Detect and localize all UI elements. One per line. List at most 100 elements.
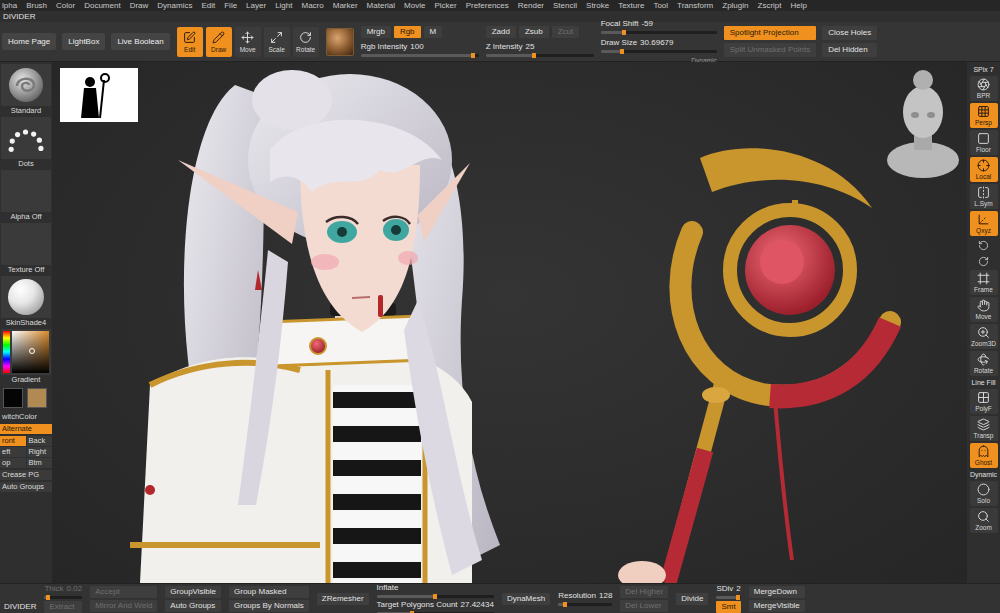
view-button[interactable]: Right <box>27 447 53 457</box>
menu-item[interactable]: File <box>224 0 237 11</box>
bottom-button[interactable]: Divide <box>676 593 708 605</box>
view-button[interactable]: Btm <box>27 458 53 468</box>
toggle-button[interactable]: Mrgb <box>361 26 391 38</box>
view-button[interactable]: Back <box>27 436 53 446</box>
menu-item[interactable]: Light <box>275 0 292 11</box>
menu-item[interactable]: Draw <box>130 0 149 11</box>
view-button[interactable]: Transp <box>970 416 998 441</box>
stroke-tile[interactable]: Dots <box>0 117 52 168</box>
menu-item[interactable]: Help <box>791 0 807 11</box>
view-button[interactable]: Frame <box>970 270 998 295</box>
bottom-button[interactable]: Del Higher <box>620 586 668 598</box>
bottom-button[interactable]: Del Lower <box>620 600 668 612</box>
menu-item[interactable]: Preferences <box>466 0 509 11</box>
slider-track[interactable] <box>601 31 717 34</box>
menu-item[interactable]: Marker <box>333 0 358 11</box>
menu-item[interactable]: Zplugin <box>722 0 748 11</box>
bottom-button[interactable]: Extract <box>44 601 82 613</box>
view-button[interactable]: Zoom <box>970 508 998 533</box>
hue-strip[interactable] <box>3 331 10 373</box>
slider-handle[interactable] <box>620 49 624 54</box>
view-button[interactable]: eft <box>0 447 26 457</box>
slider-track[interactable] <box>377 612 494 613</box>
alternate-button[interactable]: Alternate <box>0 424 52 434</box>
view-button[interactable]: Solo <box>970 481 998 506</box>
material-tile[interactable]: SkinShade4 <box>0 276 52 327</box>
menu-item[interactable]: Tool <box>653 0 668 11</box>
tool-button[interactable]: Draw <box>206 27 232 57</box>
color-picker[interactable]: Gradient <box>0 329 52 384</box>
slider-handle[interactable] <box>563 602 567 607</box>
switch-color-button[interactable]: witchColor <box>0 412 52 422</box>
view-button[interactable]: Move <box>970 297 998 322</box>
view-rotate-button[interactable] <box>974 254 994 268</box>
slider-track[interactable] <box>377 595 494 598</box>
view-button[interactable]: Ghost <box>970 443 998 468</box>
nav-button[interactable]: Live Boolean <box>111 33 169 50</box>
rgb-intensity-slider[interactable]: Rgb Intensity100 <box>361 42 479 57</box>
alpha-tile[interactable]: Alpha Off <box>0 170 52 221</box>
bottom-button[interactable]: MergeDown <box>749 586 805 598</box>
view-button[interactable]: Local <box>970 157 998 182</box>
toggle-button[interactable]: Zsub <box>519 26 549 38</box>
bottom-button[interactable]: ZRemesher <box>317 593 369 605</box>
bottom-button[interactable]: Groups By Normals <box>229 600 309 612</box>
menu-item[interactable]: Brush <box>26 0 47 11</box>
menu-item[interactable]: Dynamics <box>157 0 192 11</box>
bottom-button[interactable]: Auto Groups <box>165 600 221 612</box>
navigation-bust[interactable] <box>887 70 959 178</box>
material-swatch[interactable] <box>326 28 354 56</box>
slider-handle[interactable] <box>46 595 50 600</box>
toggle-button[interactable]: Zcut <box>552 26 580 38</box>
bottom-slider[interactable]: SDiv2 <box>716 584 740 599</box>
tool-button[interactable]: Edit <box>177 27 203 57</box>
slider-handle[interactable] <box>410 611 414 613</box>
slider-track[interactable] <box>44 596 82 599</box>
menu-item[interactable]: Layer <box>246 0 266 11</box>
color-swatch[interactable] <box>3 388 23 408</box>
bottom-button[interactable]: GroupVisible <box>165 586 221 598</box>
action-button[interactable]: Split Unmasked Points <box>724 43 816 57</box>
bottom-slider[interactable]: Thick0.02 <box>44 584 82 599</box>
bottom-slider[interactable]: Resolution128 <box>558 591 612 606</box>
menu-item[interactable]: Render <box>518 0 544 11</box>
action-button[interactable]: Del Hidden <box>822 43 877 57</box>
slider-track[interactable] <box>558 603 612 606</box>
tool-button[interactable]: Rotate <box>293 27 319 57</box>
view-button[interactable]: Zoom3D <box>970 324 998 349</box>
toggle-button[interactable]: M <box>424 26 443 38</box>
tool-button[interactable]: Move <box>235 27 261 57</box>
menu-item[interactable]: Texture <box>618 0 644 11</box>
texture-tile[interactable]: Texture Off <box>0 223 52 274</box>
menu-item[interactable]: Macro <box>301 0 323 11</box>
draw-size-slider[interactable]: Draw Size30.69679 <box>601 38 717 53</box>
menu-item[interactable]: Movie <box>404 0 425 11</box>
bottom-button[interactable]: Mirror And Weld <box>90 600 157 612</box>
menu-item[interactable]: Transform <box>677 0 713 11</box>
slider-handle[interactable] <box>532 53 536 58</box>
menu-item[interactable]: Stroke <box>586 0 609 11</box>
menu-item[interactable]: Color <box>56 0 75 11</box>
bottom-slider[interactable]: Inflate <box>377 583 494 598</box>
view-button[interactable]: op <box>0 458 26 468</box>
bottom-button[interactable]: DynaMesh <box>502 593 550 605</box>
tray-button[interactable]: Crease PG <box>0 470 52 480</box>
slider-handle[interactable] <box>622 30 626 35</box>
view-button[interactable]: Floor <box>970 130 998 155</box>
slider-track[interactable] <box>361 54 479 57</box>
slider-handle[interactable] <box>736 595 740 600</box>
menu-item[interactable]: Material <box>367 0 395 11</box>
view-rotate-button[interactable] <box>974 238 994 252</box>
slider-handle[interactable] <box>471 53 475 58</box>
toggle-button[interactable]: Zadd <box>486 26 516 38</box>
action-button[interactable]: Close Holes <box>822 26 877 40</box>
tool-button[interactable]: Scale <box>264 27 290 57</box>
tray-button[interactable]: Auto Groups <box>0 482 52 492</box>
menu-item[interactable]: Edit <box>201 0 215 11</box>
bottom-button[interactable]: Smt <box>716 601 740 613</box>
focal-shift-slider[interactable]: Focal Shift-59 <box>601 19 717 34</box>
viewport[interactable] <box>52 62 967 583</box>
menu-item[interactable]: lpha <box>2 0 17 11</box>
menu-item[interactable]: Zscript <box>758 0 782 11</box>
bottom-button[interactable]: Group Masked <box>229 586 309 598</box>
